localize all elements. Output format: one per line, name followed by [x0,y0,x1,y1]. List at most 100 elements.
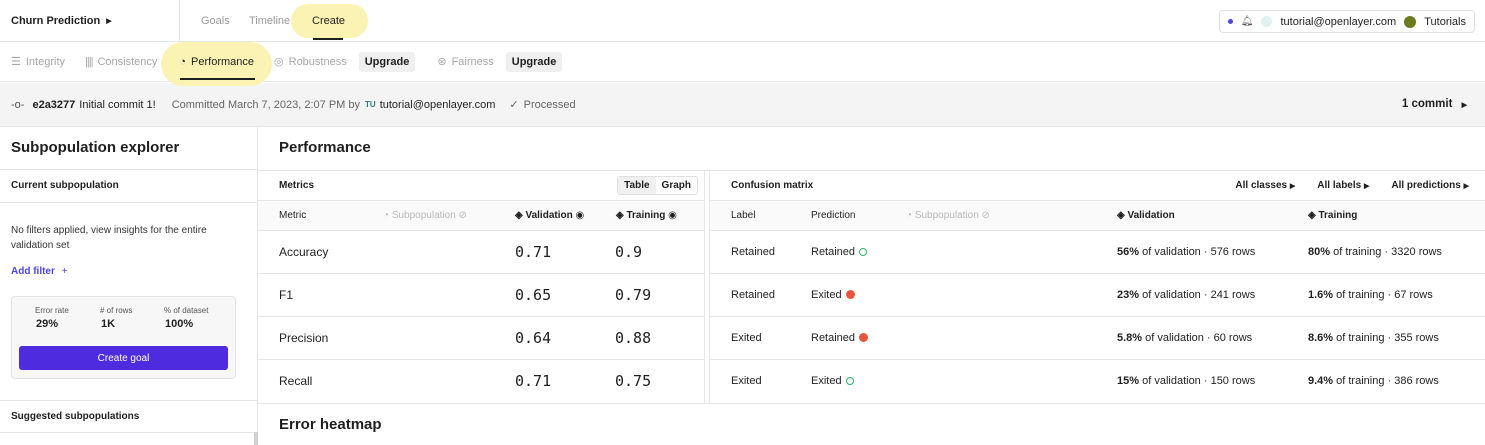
tab-robustness[interactable]: ◎ Robustness [274,55,347,69]
performance-title: Performance [279,139,371,156]
validation-pct: 23% [1117,289,1140,301]
tab-performance-label: Performance [191,55,255,68]
stat-value: 1K [101,318,116,330]
training-pct: 80% [1308,246,1331,258]
metric-training: 0.75 [615,372,652,390]
caret-right-icon: ▶ [1463,183,1469,190]
col-subpopulation-label: Subpopulation [914,210,979,221]
fairness-upgrade-button[interactable]: Upgrade [505,51,563,72]
cell-label: Exited [731,332,762,344]
cell-training: 8.6% of training · 355 rows [1308,332,1439,344]
fairness-icon: ⊛ [437,56,447,68]
table-row: Retained Exited 23% of validation · 241 … [710,274,1485,317]
project-name: Churn Prediction [11,14,101,27]
metric-training: 0.79 [615,286,652,304]
commit-count-button[interactable]: 1 commit ▶ [1402,98,1467,110]
cell-prediction: Retained [811,332,869,344]
validation-pct: 5.8% [1117,332,1143,344]
bell-icon[interactable]: 🔔︎ [1241,16,1254,27]
col-validation[interactable]: ◈ Validation ◉ [515,210,584,221]
divider [258,403,1485,404]
metric-training: 0.88 [615,329,652,347]
tab-integrity[interactable]: ☰ Integrity [11,55,66,69]
metric-validation: 0.65 [515,286,552,304]
create-goal-button[interactable]: Create goal [19,346,228,370]
stat-label: # of rows [100,306,133,315]
tab-create[interactable]: Create [312,15,345,27]
col-validation-label: Validation [1127,210,1175,221]
user-avatar [1261,16,1273,27]
tab-consistency[interactable]: |||| Consistency [85,56,157,68]
tab-performance[interactable]: ◔ Performance [179,56,254,68]
caret-right-icon: ▶ [106,17,112,25]
subpopulation-stats-card: Error rate 29% # of rows 1K % of dataset… [11,296,236,379]
project-selector[interactable]: Churn Prediction ▶ [0,0,180,42]
commit-hash[interactable]: e2a3277 [32,99,75,111]
tab-goals[interactable]: Goals [201,15,230,27]
validation-detail: of validation · 150 rows [1142,375,1256,387]
col-validation: ◈ Validation [1117,210,1175,221]
validation-detail: of validation · 60 rows [1145,332,1253,344]
metric-validation: 0.64 [515,329,552,347]
user-email[interactable]: tutorial@openlayer.com [1280,16,1396,28]
suggested-subpopulations-label: Suggested subpopulations [0,400,257,433]
list-icon: ☰ [11,56,21,68]
training-pct: 8.6% [1308,332,1334,344]
wrong-status-icon [845,290,855,299]
table-view-button[interactable]: Table [618,177,656,194]
table-row: Precision 0.64 0.88 [258,317,704,360]
validation-detail: of validation · 576 rows [1142,246,1256,258]
metric-name: Precision [279,331,329,345]
robustness-upgrade-button[interactable]: Upgrade [358,51,416,72]
caret-right-icon: ▶ [1289,183,1296,190]
metric-name: Recall [279,374,313,388]
all-predictions-dropdown[interactable]: All predictions ▶ [1391,180,1469,191]
metrics-label: Metrics [279,180,315,191]
table-row: Accuracy 0.71 0.9 [258,231,704,274]
col-training[interactable]: ◈ Training ◉ [616,210,677,221]
graph-view-button[interactable]: Graph [656,177,697,194]
dataset-icon: ◈ [515,210,526,221]
add-filter-button[interactable]: Add filter + [11,266,246,277]
view-toggle: Table Graph [617,176,698,195]
commit-count-label: 1 commit [1401,98,1453,110]
tab-integrity-label: Integrity [25,55,66,68]
col-subpopulation[interactable]: ◔ Subpopulation ⊘ [906,210,990,221]
subpopulation-sidebar: Subpopulation explorer Current subpopula… [0,127,258,445]
active-tab-underline [313,38,343,40]
cell-validation: 23% of validation · 241 rows [1117,289,1255,301]
eye-icon: ◉ [665,210,677,221]
training-pct: 9.4% [1308,375,1334,387]
commit-message: Initial commit 1! [79,98,156,111]
all-classes-dropdown[interactable]: All classes ▶ [1235,180,1295,191]
confusion-matrix-panel: Confusion matrix All classes ▶ All label… [709,171,1485,403]
commit-bar: -o- e2a3277 Initial commit 1! Committed … [0,83,1485,127]
sidebar-title: Subpopulation explorer [0,127,257,170]
col-validation-label: Validation [525,210,573,221]
commit-status: Processed [523,98,576,111]
table-row: F1 0.65 0.79 [258,274,704,317]
col-subpopulation[interactable]: ◔ Subpopulation ⊘ [383,210,467,221]
tab-timeline[interactable]: Timeline [249,15,290,27]
table-row: Exited Retained 5.8% of validation · 60 … [710,317,1485,360]
tab-robustness-label: Robustness [288,55,347,68]
commit-icon: -o- [11,98,25,111]
sidebar-scrollbar[interactable] [254,432,258,445]
cell-label: Retained [731,289,776,301]
dataset-icon: ◈ [1117,210,1128,221]
metric-training: 0.9 [615,243,643,261]
col-prediction: Prediction [811,210,856,221]
user-menu[interactable]: 🔔︎ tutorial@openlayer.com Tutorials [1218,10,1475,33]
all-labels-dropdown[interactable]: All labels ▶ [1317,180,1369,191]
tab-fairness[interactable]: ⊛ Fairness [437,55,493,69]
metrics-column-headers: Metric ◔ Subpopulation ⊘ ◈ Validation ◉ … [258,201,704,231]
metric-validation: 0.71 [515,372,552,390]
stat-label: % of dataset [164,306,209,315]
tutorials-icon [1404,15,1417,28]
tutorials-link[interactable]: Tutorials [1424,16,1466,28]
eye-off-icon: ⊘ [455,210,467,221]
col-training-label: Training [626,210,666,221]
notification-dot-icon [1227,19,1233,24]
caret-right-icon: ▶ [1363,183,1370,190]
prediction-text: Retained [811,246,856,258]
